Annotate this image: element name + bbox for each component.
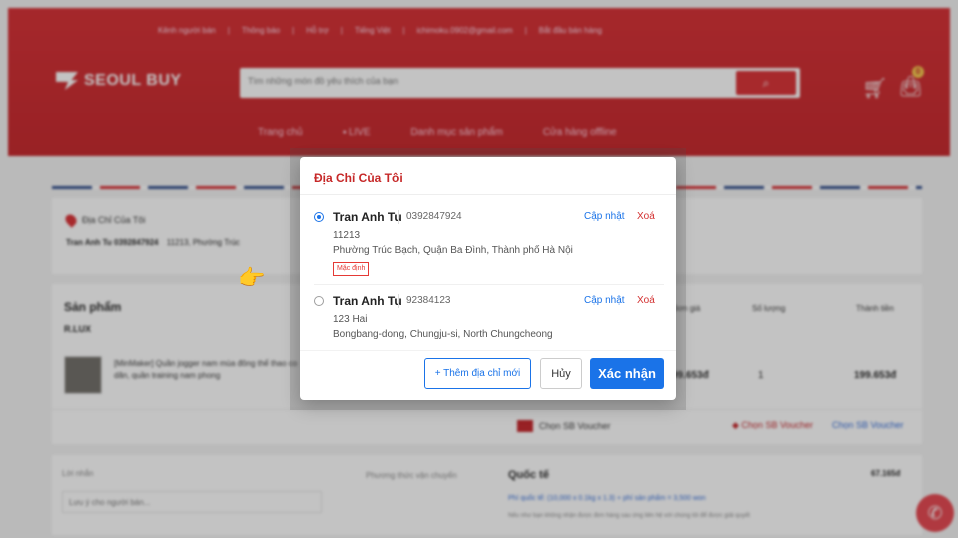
modal-title: Địa Chỉ Của Tôi bbox=[314, 171, 403, 185]
delete-address-link[interactable]: Xoá bbox=[637, 295, 655, 306]
address-name: Tran Anh Tu bbox=[333, 210, 402, 224]
address-line1: 123 Hai bbox=[333, 314, 368, 325]
address-phone: 0392847924 bbox=[406, 211, 462, 222]
divider bbox=[398, 294, 399, 308]
address-line2: Bongbang-dong, Chungju-si, North Chungch… bbox=[333, 329, 553, 340]
address-line2: Phường Trúc Bạch, Quận Ba Đình, Thành ph… bbox=[333, 245, 573, 256]
confirm-button[interactable]: Xác nhận bbox=[590, 358, 664, 389]
modal-divider bbox=[300, 194, 676, 195]
address-separator bbox=[314, 284, 664, 285]
address-modal: Địa Chỉ Của Tôi Tran Anh Tu 0392847924 C… bbox=[300, 157, 676, 400]
delete-address-link[interactable]: Xoá bbox=[637, 211, 655, 222]
address-radio[interactable] bbox=[314, 296, 324, 306]
modal-footer-divider bbox=[300, 350, 676, 351]
update-address-link[interactable]: Cập nhật bbox=[584, 295, 625, 306]
address-phone: 92384123 bbox=[406, 295, 451, 306]
divider bbox=[398, 210, 399, 224]
cancel-button[interactable]: Hủy bbox=[540, 358, 582, 389]
update-address-link[interactable]: Cập nhật bbox=[584, 211, 625, 222]
add-address-button[interactable]: + Thêm địa chỉ mới bbox=[424, 358, 531, 389]
address-radio[interactable] bbox=[314, 212, 324, 222]
pointing-hand-icon: 👉 bbox=[238, 265, 266, 290]
address-name: Tran Anh Tu bbox=[333, 294, 402, 308]
address-line1: 11213 bbox=[333, 230, 361, 241]
default-badge: Mặc định bbox=[333, 262, 370, 276]
